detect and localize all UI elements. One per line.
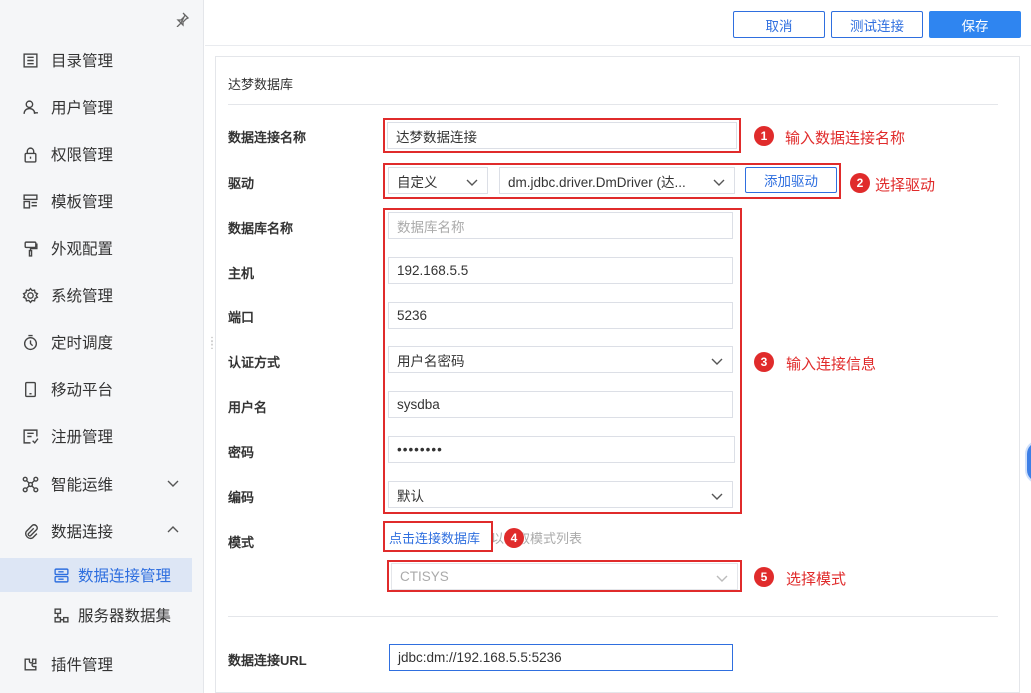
encoding-label: 编码 [228, 490, 255, 505]
chevron-up-icon [167, 526, 179, 533]
sidebar-item-label: 注册管理 [51, 429, 114, 446]
save-button[interactable]: 保存 [929, 11, 1021, 38]
database-icon [52, 566, 70, 584]
annotation-note-1: 输入数据连接名称 [785, 130, 906, 147]
sidebar-item-label: 插件管理 [51, 657, 114, 674]
side-float-tab[interactable] [1025, 440, 1031, 484]
tree-icon [52, 606, 70, 624]
sidebar-item-dataconn[interactable]: 数据连接 [0, 511, 204, 551]
password-label: 密码 [228, 445, 255, 460]
lock-icon [21, 145, 39, 163]
sidebar-item-appearance[interactable]: 外观配置 [0, 228, 204, 268]
section-title: 达梦数据库 [228, 77, 294, 92]
sidebar-item-system[interactable]: 系统管理 [0, 275, 204, 315]
sidebar: 目录管理 用户管理 权限管理 模板管理 外观配置 系统管理 定时调度 移动平台 … [0, 0, 204, 693]
annotation-note-5: 选择模式 [786, 571, 847, 588]
sidebar-item-catalog[interactable]: 目录管理 [0, 40, 204, 80]
sidebar-item-label: 模板管理 [51, 194, 114, 211]
sidebar-subitem-label: 数据连接管理 [78, 568, 172, 585]
schema-label: 模式 [228, 535, 255, 550]
annotation-box-1 [383, 118, 741, 153]
sidebar-item-permissions[interactable]: 权限管理 [0, 134, 204, 174]
paperclip-icon [21, 522, 39, 540]
cancel-button[interactable]: 取消 [733, 11, 825, 38]
annotation-box-3 [383, 208, 742, 514]
sidebar-item-label: 数据连接 [51, 524, 114, 541]
sidebar-item-users[interactable]: 用户管理 [0, 87, 204, 127]
divider [228, 104, 998, 105]
sidebar-item-label: 系统管理 [51, 288, 114, 305]
annotation-badge-3: 3 [754, 352, 774, 372]
sidebar-item-schedule[interactable]: 定时调度 [0, 322, 204, 362]
annotation-note-3: 输入连接信息 [786, 356, 877, 373]
plugin-icon [21, 655, 39, 673]
sidebar-item-plugins[interactable]: 插件管理 [0, 644, 204, 684]
brush-icon [21, 239, 39, 257]
annotation-box-4 [383, 521, 493, 552]
sidebar-subitem-server-dataset[interactable]: 服务器数据集 [0, 598, 204, 632]
user-icon [21, 98, 39, 116]
username-label: 用户名 [228, 400, 268, 415]
annotation-badge-5: 5 [754, 567, 774, 587]
driver-label: 驱动 [228, 176, 255, 191]
port-label: 端口 [228, 310, 255, 325]
toolbar: 取消 测试连接 保存 [205, 0, 1031, 46]
conn-name-label: 数据连接名称 [228, 130, 307, 145]
sidebar-item-register[interactable]: 注册管理 [0, 416, 204, 456]
sidebar-item-templates[interactable]: 模板管理 [0, 181, 204, 221]
sidebar-item-mobile[interactable]: 移动平台 [0, 369, 204, 409]
timer-icon [21, 333, 39, 351]
list-icon [21, 51, 39, 69]
sidebar-item-label: 移动平台 [51, 382, 114, 399]
gear-icon [21, 286, 39, 304]
sidebar-item-label: 外观配置 [51, 241, 114, 258]
test-connection-button[interactable]: 测试连接 [831, 11, 923, 38]
url-label: 数据连接URL [228, 653, 307, 668]
url-input[interactable]: jdbc:dm://192.168.5.5:5236 [389, 644, 733, 671]
nodes-icon [21, 475, 39, 493]
pin-icon[interactable] [172, 11, 192, 31]
auth-label: 认证方式 [228, 355, 281, 370]
sidebar-item-label: 目录管理 [51, 53, 114, 70]
register-icon [21, 427, 39, 445]
annotation-box-5 [387, 560, 742, 592]
host-label: 主机 [228, 266, 255, 281]
db-name-label: 数据库名称 [228, 221, 294, 236]
sidebar-item-ops[interactable]: 智能运维 [0, 464, 204, 504]
sidebar-item-label: 定时调度 [51, 335, 114, 352]
annotation-box-2 [383, 163, 841, 199]
divider [228, 616, 998, 617]
annotation-badge-1: 1 [754, 126, 774, 146]
chevron-down-icon [167, 480, 179, 487]
sidebar-item-label: 智能运维 [51, 477, 114, 494]
resize-handle[interactable]: ⋮ ⋮ [207, 337, 217, 354]
annotation-badge-2: 2 [850, 173, 870, 193]
template-icon [21, 192, 39, 210]
sidebar-subitem-conn-manage[interactable]: 数据连接管理 [0, 558, 192, 592]
sidebar-item-label: 用户管理 [51, 100, 114, 117]
sidebar-item-label: 权限管理 [51, 147, 114, 164]
mobile-icon [21, 380, 39, 398]
annotation-note-2: 选择驱动 [875, 177, 936, 194]
annotation-badge-4: 4 [504, 528, 524, 548]
sidebar-subitem-label: 服务器数据集 [78, 608, 172, 625]
